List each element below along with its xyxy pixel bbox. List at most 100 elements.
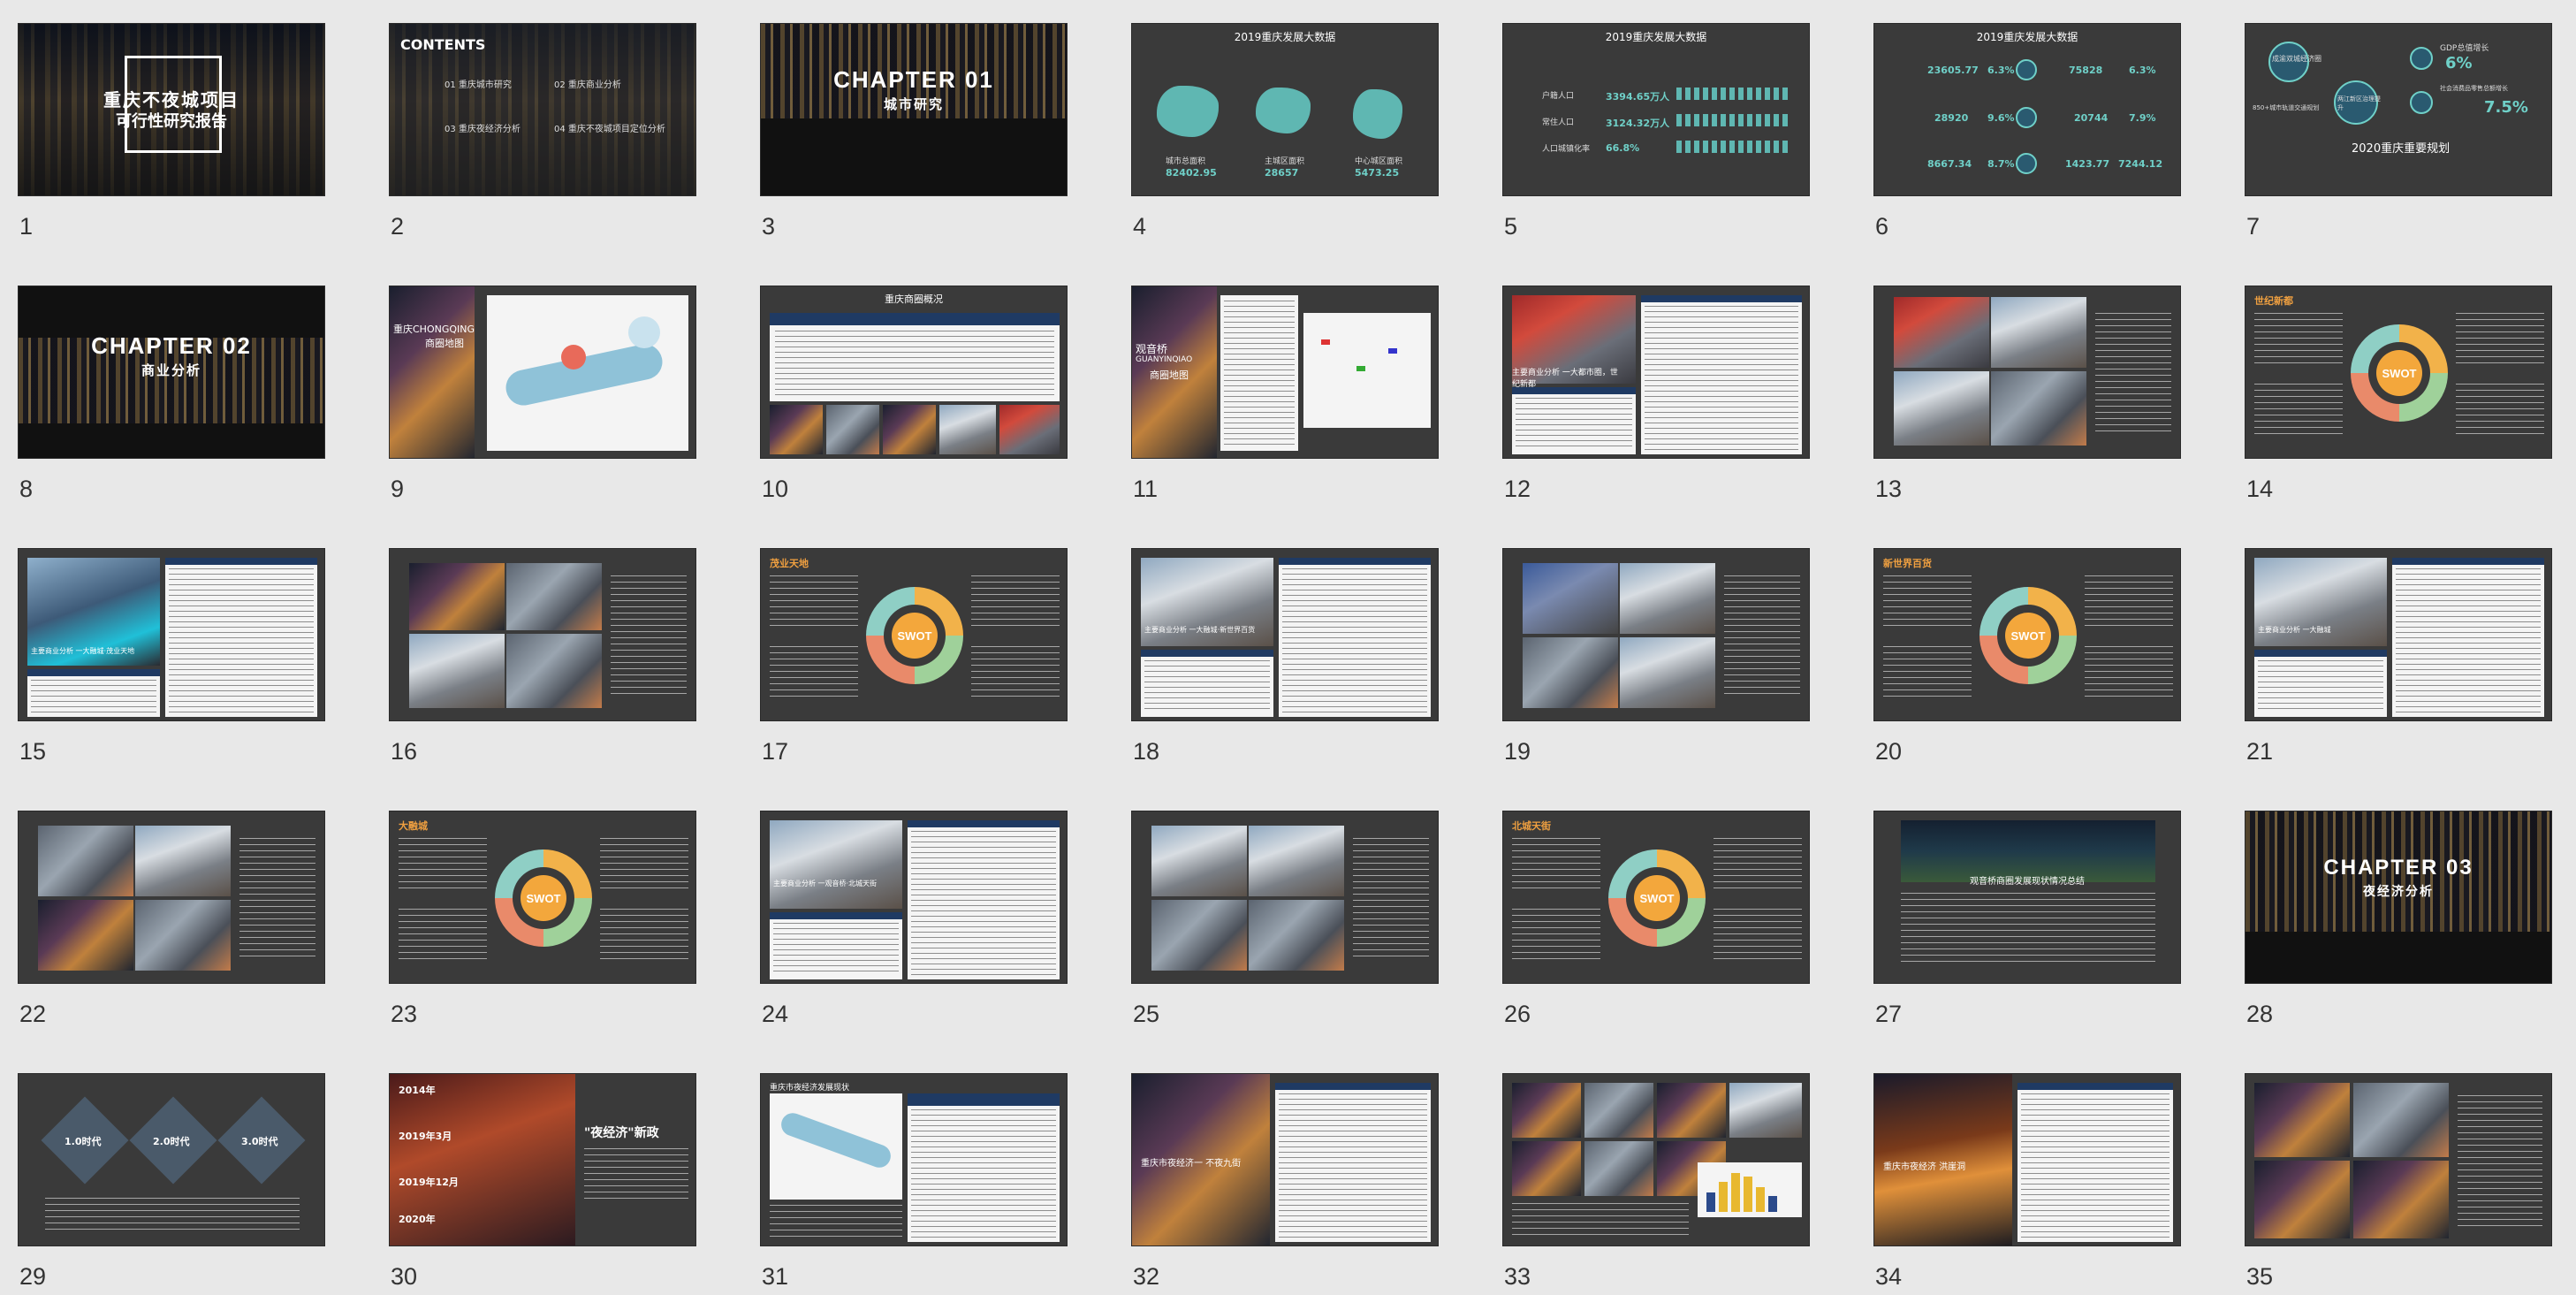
slide-thumbnail-18[interactable]: 主要商业分析 一大融城·新世界百货 18 (1131, 548, 1439, 808)
slide-thumbnail-25[interactable]: 25 (1131, 811, 1439, 1070)
slide-subtitle: GUANYINQIAO (1136, 355, 1193, 364)
slide-number: 7 (2246, 213, 2261, 240)
detail-table (908, 820, 1060, 979)
slide-number: 8 (19, 476, 34, 502)
photo (1249, 900, 1344, 971)
slide-thumbnail-9[interactable]: 重庆CHONGQING 商圈地图 9 (389, 286, 696, 545)
plan-label: 两江新区治理提升 (2337, 95, 2381, 111)
slide-thumbnail-32[interactable]: 重庆市夜经济一 不夜九街 32 (1131, 1073, 1439, 1295)
detail-table (1275, 1083, 1431, 1242)
body-text (1901, 893, 2155, 964)
slide-thumbnail-5[interactable]: 2019重庆发展大数据 户籍人口 常住人口 人口城镇化率 3394.65万人 3… (1502, 23, 1810, 283)
stat-label: 户籍人口 (1542, 92, 1575, 101)
contents-item: 04 重庆不夜城项目定位分析 (554, 125, 665, 134)
slide-thumbnail-28[interactable]: CHAPTER 03 夜经济分析 28 (2245, 811, 2552, 1070)
slide-thumbnail-30[interactable]: 2014年 2019年3月 2019年12月 2020年 "夜经济"新政 30 (389, 1073, 696, 1295)
slide-number: 1 (19, 213, 34, 240)
slide-thumbnail-21[interactable]: 主要商业分析 一大融城 21 (2245, 548, 2552, 808)
slide-thumbnail-11[interactable]: 观音桥 GUANYINQIAO 商圈地图 11 (1131, 286, 1439, 545)
slide-thumbnail-15[interactable]: 主要商业分析 一大融城·茂业天地 15 (18, 548, 325, 808)
slide-sorter-grid: 重庆不夜城项目 可行性研究报告 1 CONTENTS 01 重庆城市研究 02 … (0, 0, 2576, 1295)
photo (2254, 1161, 2350, 1238)
slide-title: "夜经济"新政 (584, 1126, 659, 1140)
slide-preview: 1.0时代 2.0时代 3.0时代 (18, 1073, 325, 1246)
plan-circle (2410, 91, 2433, 114)
slide-thumbnail-26[interactable]: 北城天街 SWOT 26 (1502, 811, 1810, 1070)
stat-value: 3394.65万人 (1606, 91, 1670, 103)
chapter-title: CHAPTER 03 (2323, 856, 2473, 880)
stat-value: 23605.77 (1927, 65, 1979, 76)
chapter-subtitle: 商业分析 (141, 363, 201, 378)
slide-thumbnail-12[interactable]: 主要商业分析 一大都市圈，世纪新都 12 (1502, 286, 1810, 545)
slide-preview: 2019重庆发展大数据 23605.77 6.3% 75828 6.3% 289… (1873, 23, 2181, 196)
photo (1729, 1083, 1802, 1138)
slide-number: 14 (2246, 476, 2274, 502)
slide-thumbnail-22[interactable]: 22 (18, 811, 325, 1070)
photo (826, 405, 879, 454)
slide-thumbnail-10[interactable]: 重庆商圈概况 10 (760, 286, 1068, 545)
contents-item: 02 重庆商业分析 (554, 80, 621, 90)
stat-label: 人口城镇化率 (1542, 145, 1591, 154)
chapter-subtitle: 夜经济分析 (2363, 884, 2434, 898)
photo (1151, 826, 1247, 896)
era-label: 2.0时代 (153, 1136, 190, 1147)
slide-thumbnail-27[interactable]: 观音桥商圈发展现状情况总结 27 (1873, 811, 2181, 1070)
slide-number: 31 (762, 1263, 789, 1290)
photo (38, 826, 133, 896)
slide-title: 新世界百货 (1883, 558, 1932, 569)
slide-number: 3 (762, 213, 776, 240)
slide-caption: 主要商业分析 一观音桥·北城天街 (773, 880, 878, 887)
stat-value: 1423.77 (2065, 158, 2110, 170)
swot-core: SWOT (521, 875, 566, 921)
slide-number: 13 (1875, 476, 1903, 502)
slide-thumbnail-34[interactable]: 重庆市夜经济 洪崖洞 34 (1873, 1073, 2181, 1295)
contents-item: 01 重庆城市研究 (445, 80, 512, 90)
slide-title: 观音桥商圈发展现状情况总结 (1970, 877, 2085, 887)
photo (999, 405, 1060, 454)
photo (1151, 900, 1247, 971)
timeline-year: 2019年12月 (399, 1177, 459, 1188)
contents-heading: CONTENTS (400, 36, 486, 53)
slide-thumbnail-33[interactable]: 33 (1502, 1073, 1810, 1295)
slide-thumbnail-3[interactable]: CHAPTER 01 城市研究 3 (760, 23, 1068, 283)
slide-number: 12 (1504, 476, 1531, 502)
map-panel (487, 295, 688, 451)
slide-thumbnail-2[interactable]: CONTENTS 01 重庆城市研究 02 重庆商业分析 03 重庆夜经济分析 … (389, 23, 696, 283)
people-icon-row (1676, 114, 1791, 126)
slide-thumbnail-29[interactable]: 1.0时代 2.0时代 3.0时代 29 (18, 1073, 325, 1295)
slide-thumbnail-23[interactable]: 大融城 SWOT 23 (389, 811, 696, 1070)
hotspot-circle (628, 316, 660, 348)
slide-thumbnail-31[interactable]: 重庆市夜经济发展现状 31 (760, 1073, 1068, 1295)
map-shape (1256, 88, 1311, 133)
slide-thumbnail-35[interactable]: 35 (2245, 1073, 2552, 1295)
slide-thumbnail-1[interactable]: 重庆不夜城项目 可行性研究报告 1 (18, 23, 325, 283)
info-table (27, 669, 160, 717)
body-text (2458, 1095, 2542, 1228)
slide-thumbnail-16[interactable]: 16 (389, 548, 696, 808)
slide-thumbnail-14[interactable]: 世纪新都 SWOT 14 (2245, 286, 2552, 545)
slide-preview: 观音桥商圈发展现状情况总结 (1873, 811, 2181, 984)
slide-preview (18, 811, 325, 984)
slide-thumbnail-13[interactable]: 13 (1873, 286, 2181, 545)
slide-number: 6 (1875, 213, 1889, 240)
stat-value: 6.3% (1987, 65, 2015, 76)
slide-thumbnail-7[interactable]: 成渝双城经济圈 GDP总值增长 6% 社会消费品零售总额增长 7.5% 两江新区… (2245, 23, 2552, 283)
chapter-title: CHAPTER 01 (833, 66, 994, 93)
slide-thumbnail-19[interactable]: 19 (1502, 548, 1810, 808)
slide-preview: 主要商业分析 一大融城 (2245, 548, 2552, 721)
slide-number: 19 (1504, 738, 1531, 765)
slide-number: 17 (762, 738, 789, 765)
slide-thumbnail-8[interactable]: CHAPTER 02 商业分析 8 (18, 286, 325, 545)
slide-thumbnail-6[interactable]: 2019重庆发展大数据 23605.77 6.3% 75828 6.3% 289… (1873, 23, 2181, 283)
plan-label: 社会消费品零售总额增长 (2440, 85, 2508, 92)
bar-chart-panel (1698, 1162, 1802, 1217)
photo (409, 634, 505, 708)
slide-number: 20 (1875, 738, 1903, 765)
photo (1584, 1141, 1653, 1196)
slide-thumbnail-4[interactable]: 2019重庆发展大数据 城市总面积 主城区面积 中心城区面积 82402.95 … (1131, 23, 1439, 283)
slide-thumbnail-20[interactable]: 新世界百货 SWOT 20 (1873, 548, 2181, 808)
slide-title: 大融城 (399, 820, 428, 832)
slide-thumbnail-24[interactable]: 主要商业分析 一观音桥·北城天街 24 (760, 811, 1068, 1070)
slide-title: 世纪新都 (2254, 295, 2293, 307)
slide-thumbnail-17[interactable]: 茂业天地 SWOT 17 (760, 548, 1068, 808)
